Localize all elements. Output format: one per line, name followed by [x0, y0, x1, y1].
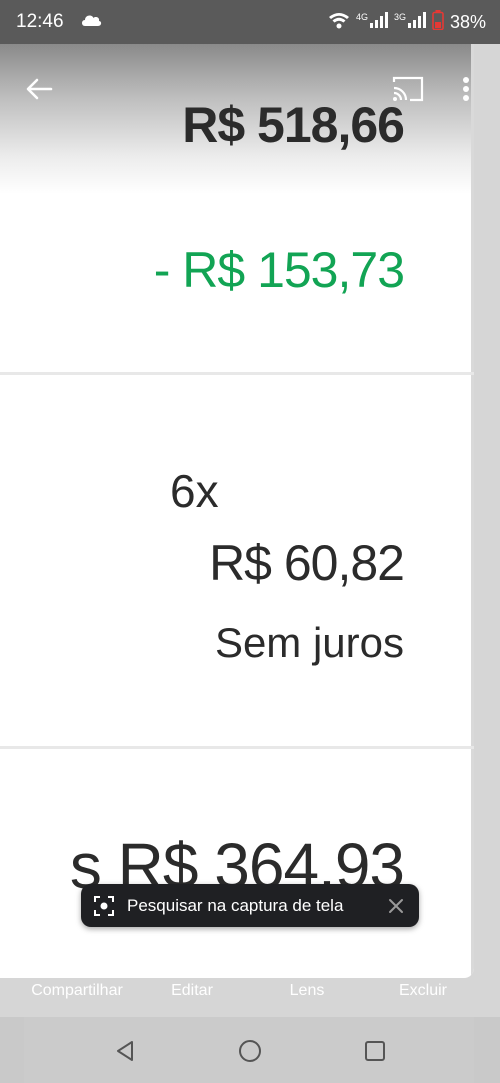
lens-icon: [293, 948, 321, 976]
toast-text: Pesquisar na captura de tela: [127, 896, 344, 915]
cast-icon: [392, 76, 424, 102]
close-icon[interactable]: [385, 895, 407, 917]
divider: [0, 746, 474, 749]
installments-price: R$ 60,82: [209, 535, 405, 591]
battery-low-icon: [432, 10, 444, 35]
share-label: Compartilhar: [31, 982, 123, 999]
delete-label: Excluir: [398, 982, 447, 999]
status-icons: 4G 3G 38%: [328, 10, 486, 35]
network-type-1: 4G: [355, 11, 368, 22]
total-price: R$ 518,66: [182, 97, 405, 153]
edit-label: Editar: [171, 982, 213, 999]
discount-amount: - R$ 153,73: [153, 242, 405, 298]
network-type-2: 3G: [393, 11, 406, 22]
installments-note: Sem juros: [214, 619, 404, 666]
nav-back-button[interactable]: [112, 1037, 140, 1065]
back-button[interactable]: [24, 74, 54, 104]
share-button[interactable]: Compartilhar: [22, 948, 132, 1008]
trash-icon: [412, 949, 434, 975]
nav-home-button[interactable]: [236, 1037, 264, 1065]
edit-button[interactable]: Editar: [137, 948, 247, 1008]
lens-search-toast[interactable]: Pesquisar na captura de tela: [81, 884, 419, 927]
more-vert-icon: [463, 77, 469, 101]
battery-percent: 38%: [449, 12, 486, 32]
status-bar: 12:46 4G 3G 38%: [0, 0, 500, 44]
back-arrow-icon: [26, 78, 53, 100]
lens-button[interactable]: Lens: [252, 948, 362, 1008]
delete-button[interactable]: Excluir: [368, 948, 478, 1008]
screenshot-preview[interactable]: R$ 518,66 - R$ 153,73 6x R$ 60,82 Sem ju…: [0, 44, 474, 978]
sliders-icon: [180, 950, 204, 974]
share-icon: [64, 948, 89, 976]
home-circle-icon: [239, 1040, 261, 1062]
status-time: 12:46: [16, 11, 64, 32]
nav-recents-button[interactable]: [361, 1037, 389, 1065]
cast-button[interactable]: [390, 74, 426, 104]
lens-icon: [93, 895, 115, 922]
more-options-button[interactable]: [458, 74, 474, 104]
navigation-bar: [0, 1017, 500, 1083]
divider: [0, 372, 474, 375]
installments-count: 6x: [170, 465, 219, 517]
signal-icon: [407, 12, 426, 33]
wifi-icon: [328, 11, 350, 34]
recents-square-icon: [365, 1041, 385, 1061]
preview-edge: [471, 44, 474, 978]
lens-label: Lens: [289, 982, 325, 999]
cloud-icon: [80, 13, 102, 32]
signal-icon: [369, 12, 388, 33]
back-triangle-icon: [117, 1041, 133, 1061]
